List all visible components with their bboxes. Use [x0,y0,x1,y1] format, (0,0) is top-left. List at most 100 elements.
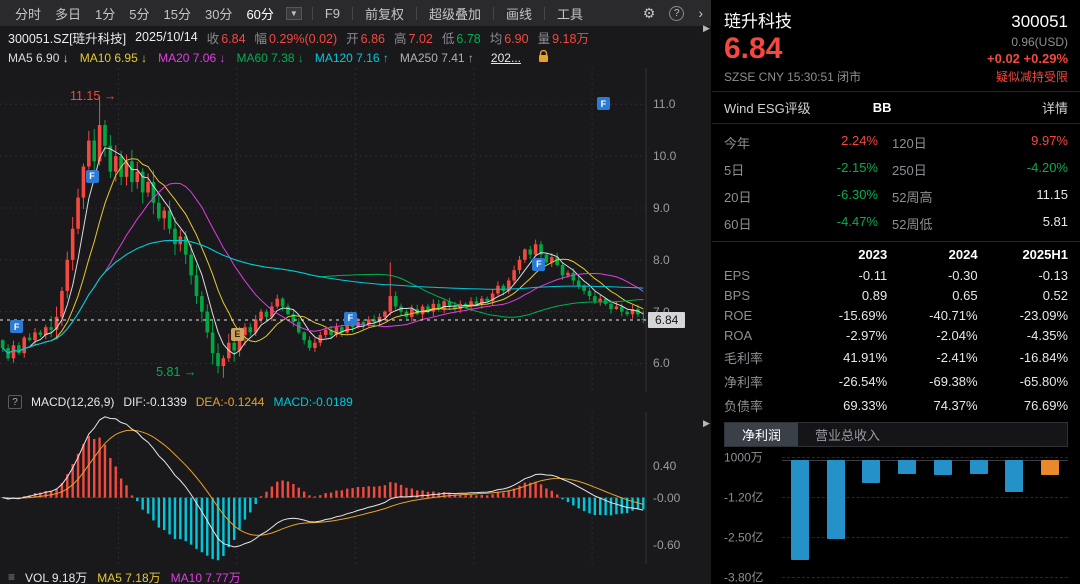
chevron-right-icon[interactable]: › [698,5,703,21]
financial-chart-tabs: 净利润营业总收入 [724,422,1068,447]
volume-legend-item: MA5 7.18万 [97,569,160,584]
help-icon[interactable]: ? [669,6,684,21]
ma-legend-item: MA60 7.38 ↓ [236,51,303,65]
ma-legend-item: MA5 6.90 ↓ [8,51,69,65]
lock-icon[interactable] [538,50,549,66]
net-profit-chart[interactable]: 1000万-1.20亿-2.50亿-3.80亿1819202122232425H… [724,451,1068,584]
splitter-arrow-mid[interactable]: ▶ [703,418,710,429]
profit-bar[interactable] [970,460,988,474]
quote-field-label: 收 [207,32,220,46]
macd-value-label: MACD:-0.0189 [273,395,352,409]
market-status: SZSE CNY 15:30:51 闭市 [724,68,861,85]
profit-bar[interactable] [827,460,845,539]
esg-row: Wind ESG评级 BB 详情 [712,91,1080,124]
splitter-arrow-top[interactable]: ▶ [703,23,710,34]
volume-pane-menu-icon[interactable]: ≡ [8,570,15,584]
period-dropdown-button[interactable]: ▼ [286,7,302,20]
quote-field-label: 低 [442,32,455,46]
perf-label: 60日 [724,214,782,233]
profit-zero-line [782,460,1068,461]
fin-table-label: EPS [724,265,797,285]
quote-field-label: 高 [394,32,407,46]
fin-table-row: EPS-0.11-0.30-0.13 [724,265,1068,285]
announcement-marker-f[interactable]: F [532,258,545,271]
candlestick-chart[interactable]: 11.010.09.08.07.06.06.84 FFEFFF11.15 →5.… [0,68,712,392]
date-label: 2025/10/14 [135,30,198,44]
period-tab[interactable]: 30分 [198,4,239,23]
current-price-label: 6.84 [648,312,685,328]
announcement-marker-f[interactable]: F [86,170,99,183]
period-tab[interactable]: 分时 [8,4,48,23]
profit-gridline [782,577,1068,578]
profit-bar[interactable] [898,460,916,474]
fin-table-value: -40.71% [887,305,977,325]
esg-detail-link[interactable]: 详情 [1042,98,1068,117]
profit-gridline [782,457,1068,458]
profit-bar[interactable] [1041,460,1059,475]
holder-warning-link[interactable]: 疑似减持受限 [996,68,1068,85]
fin-table-value: -0.11 [797,265,887,285]
perf-label: 250日 [878,160,964,179]
profit-gridline [782,537,1068,538]
adjust-mode-button[interactable]: 前复权 [358,4,411,23]
stock-name: 琏升科技 [724,7,792,32]
financial-table: 202320242025H1EPS-0.11-0.30-0.13BPS0.890… [724,244,1068,417]
last-price: 6.84 [724,33,782,66]
announcement-marker-f[interactable]: F [10,320,23,333]
fin-table-value: -16.84% [978,345,1068,369]
period-range-link[interactable]: 202... [491,51,521,65]
overlay-button[interactable]: 超级叠加 [422,4,488,23]
toolbar-separator [312,7,313,20]
top-toolbar: 分时多日1分5分15分30分60分 ▼ F9 前复权超级叠加画线工具 ⚙? › [0,0,711,26]
tools-button[interactable]: 工具 [550,4,590,23]
period-tab[interactable]: 15分 [157,4,198,23]
fin-table-label: 净利率 [724,369,797,393]
macd-axis: 0.40-0.00-0.60 [646,412,712,564]
toolbar-separator [416,7,417,20]
price-change: +0.02 +0.29% [987,51,1068,66]
chart-panel: 分时多日1分5分15分30分60分▼F9前复权超级叠加画线工具⚙?› 30005… [0,0,712,584]
quote-field: 高7.02 [394,28,433,47]
fin-table-value: 41.91% [797,345,887,369]
event-marker-e[interactable]: E [231,328,244,341]
quote-field-value: 6.84 [221,32,245,46]
macd-chart[interactable]: 0.40-0.00-0.60 [0,412,712,564]
profit-bar[interactable] [791,460,809,561]
fin-table-value: -0.30 [887,265,977,285]
change-percent: +0.29% [1024,51,1068,66]
draw-button[interactable]: 画线 [499,4,539,23]
gear-icon[interactable]: ⚙ [643,5,656,22]
fin-table-header-cell: 2024 [887,244,977,265]
quote-field: 幅0.29%(0.02) [255,28,338,47]
stock-header: 琏升科技 300051 [712,0,1080,32]
fin-table-value: -15.69% [797,305,887,325]
fin-table-value: 0.52 [978,285,1068,305]
macd-help-icon[interactable]: ? [8,395,22,409]
tab-total-revenue[interactable]: 营业总收入 [798,423,897,446]
period-tab[interactable]: 60分 [239,4,280,23]
fin-table-value: 74.37% [887,393,977,417]
period-tab[interactable]: 5分 [122,4,156,23]
tab-net-profit[interactable]: 净利润 [725,423,798,446]
profit-gridline [782,497,1068,498]
f9-button[interactable]: F9 [318,6,347,21]
fin-table-value: 0.65 [887,285,977,305]
perf-value: 5.81 [964,214,1068,233]
perf-value: -2.15% [782,160,878,179]
announcement-marker-f[interactable]: F [597,97,610,110]
profit-bar[interactable] [862,460,880,483]
profit-bar[interactable] [934,460,952,475]
quote-detail-panel: 琏升科技 300051 6.84 0.96(USD) +0.02 +0.29% … [712,0,1080,584]
profit-bar[interactable] [1005,460,1023,492]
fin-table-value: 69.33% [797,393,887,417]
announcement-marker-f[interactable]: F [344,312,357,325]
fin-table-value: 0.89 [797,285,887,305]
fin-table-value: -0.13 [978,265,1068,285]
quote-field-label: 量 [538,32,551,46]
ma-legend-item: MA20 7.06 ↓ [158,51,225,65]
fin-table-row: 净利率-26.54%-69.38%-65.80% [724,369,1068,393]
quote-field-value: 6.86 [361,32,385,46]
period-tab[interactable]: 1分 [88,4,122,23]
period-tab[interactable]: 多日 [48,4,88,23]
fin-table-header-cell [724,244,797,265]
